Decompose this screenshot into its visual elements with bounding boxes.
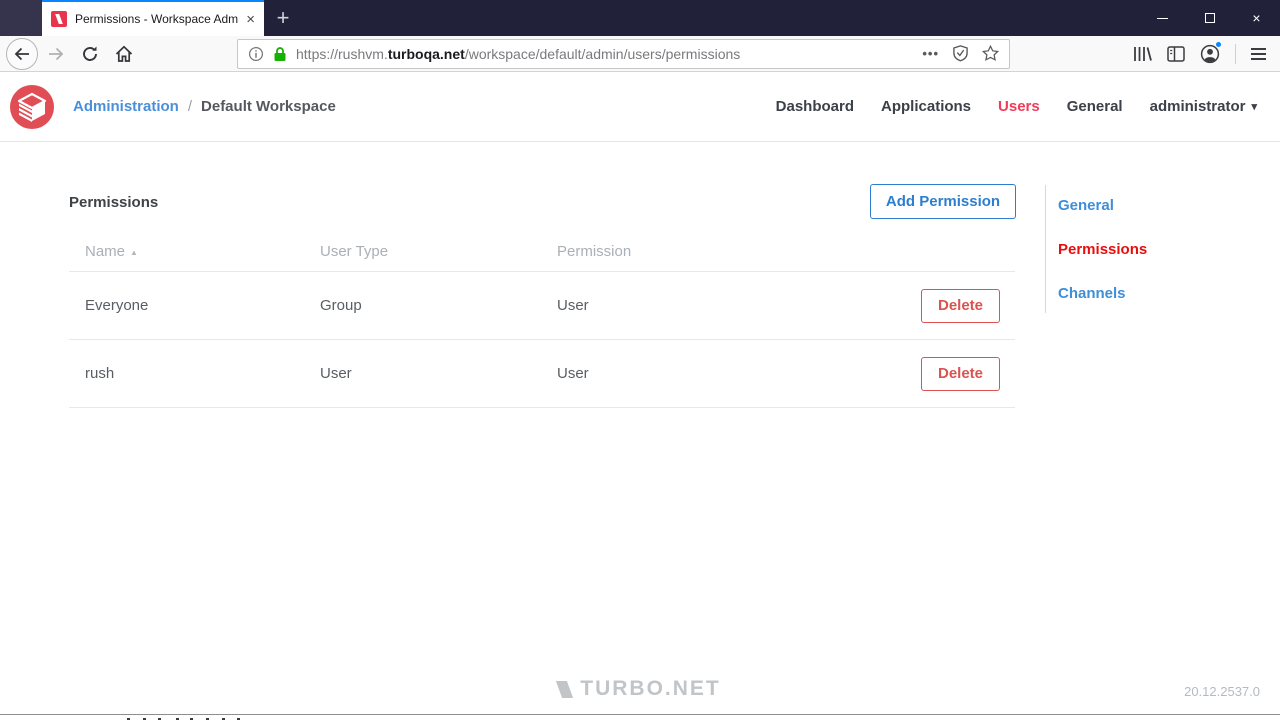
turbo-favicon-icon <box>51 11 67 27</box>
back-button[interactable] <box>5 37 39 70</box>
nav-general[interactable]: General <box>1067 98 1123 115</box>
add-permission-button[interactable]: Add Permission <box>870 184 1016 219</box>
reload-icon <box>83 46 97 61</box>
tab-close-icon[interactable]: × <box>246 12 255 27</box>
cell-permission: User <box>557 365 589 382</box>
table-header-row: Name ▲ User Type Permission <box>69 232 1015 272</box>
footer-brand: TURBO.NET <box>0 677 1280 701</box>
window-controls: × <box>1139 0 1280 36</box>
toolbar-divider <box>1235 43 1236 64</box>
chevron-down-icon: ▾ <box>1251 101 1257 113</box>
tab-title: Permissions - Workspace Admi <box>75 12 239 26</box>
clipped-text-fragments <box>0 714 1280 720</box>
home-button[interactable] <box>107 38 141 70</box>
url-bar[interactable]: https://rushvm.turboqa.net/workspace/def… <box>237 38 1010 69</box>
settings-side-nav: General Permissions Channels <box>1045 185 1147 313</box>
nav-users[interactable]: Users <box>998 98 1040 115</box>
user-menu[interactable]: administrator ▾ <box>1150 98 1257 115</box>
home-icon <box>115 45 133 62</box>
cell-user-type: Group <box>320 297 362 314</box>
bookmark-star-icon[interactable] <box>982 45 999 62</box>
sort-asc-icon: ▲ <box>130 248 138 257</box>
menu-hamburger-icon[interactable] <box>1251 47 1266 60</box>
sidenav-permissions[interactable]: Permissions <box>1058 241 1147 258</box>
secure-lock-icon[interactable] <box>273 46 287 62</box>
reload-button[interactable] <box>73 38 107 70</box>
sidebars-icon[interactable] <box>1167 45 1185 62</box>
cell-user-type: User <box>320 365 352 382</box>
page-actions-icon[interactable]: ••• <box>922 46 939 61</box>
account-badge <box>1215 40 1222 48</box>
cell-name: Everyone <box>85 297 149 314</box>
sidenav-general[interactable]: General <box>1058 197 1147 214</box>
nav-applications[interactable]: Applications <box>881 98 971 115</box>
nav-dashboard[interactable]: Dashboard <box>776 98 854 115</box>
cell-permission: User <box>557 297 589 314</box>
version-label: 20.12.2537.0 <box>1184 684 1260 699</box>
browser-tab[interactable]: Permissions - Workspace Admi × <box>42 0 264 36</box>
browser-titlebar: Permissions - Workspace Admi × + × <box>0 0 1280 36</box>
page-header: Administration / Default Workspace Dashb… <box>0 72 1280 142</box>
column-header-name[interactable]: Name ▲ <box>69 243 320 260</box>
tracking-shield-icon[interactable] <box>952 45 969 62</box>
turbo-logo[interactable] <box>10 84 54 129</box>
top-navigation: Dashboard Applications Users General adm… <box>776 98 1270 115</box>
library-icon[interactable] <box>1132 45 1152 63</box>
breadcrumb-separator: / <box>187 98 193 115</box>
table-row: rush User User Delete <box>69 340 1015 408</box>
turbo-slash-icon <box>556 680 574 698</box>
url-text: https://rushvm.turboqa.net/workspace/def… <box>296 45 741 62</box>
forward-button[interactable] <box>39 38 73 70</box>
column-header-user-type[interactable]: User Type <box>320 243 557 260</box>
url-domain: turboqa.net <box>387 45 465 62</box>
column-header-permission[interactable]: Permission <box>557 243 852 260</box>
window-close-button[interactable]: × <box>1233 0 1280 36</box>
account-button[interactable] <box>1200 40 1222 64</box>
window-maximize-button[interactable] <box>1186 0 1233 36</box>
breadcrumb-administration-link[interactable]: Administration <box>73 98 179 115</box>
footer-brand-text: TURBO.NET <box>580 677 721 700</box>
new-tab-button[interactable]: + <box>264 0 302 36</box>
titlebar-spacer <box>0 0 42 36</box>
forward-arrow-icon <box>49 47 64 60</box>
browser-toolbar: https://rushvm.turboqa.net/workspace/def… <box>0 36 1280 72</box>
user-menu-label: administrator <box>1149 98 1246 115</box>
back-arrow-icon <box>6 37 38 70</box>
page-title: Permissions <box>69 194 159 211</box>
breadcrumb-current-page: Default Workspace <box>201 98 336 115</box>
permissions-table: Name ▲ User Type Permission Everyone Grou… <box>69 232 1015 408</box>
delete-button[interactable]: Delete <box>921 288 1000 323</box>
breadcrumb: Administration / Default Workspace <box>73 98 336 115</box>
page-info-icon[interactable] <box>248 46 264 62</box>
delete-button[interactable]: Delete <box>921 356 1000 391</box>
window-minimize-button[interactable] <box>1139 0 1186 36</box>
sidenav-channels[interactable]: Channels <box>1058 285 1147 302</box>
table-row: Everyone Group User Delete <box>69 272 1015 340</box>
cell-name: rush <box>85 365 115 382</box>
